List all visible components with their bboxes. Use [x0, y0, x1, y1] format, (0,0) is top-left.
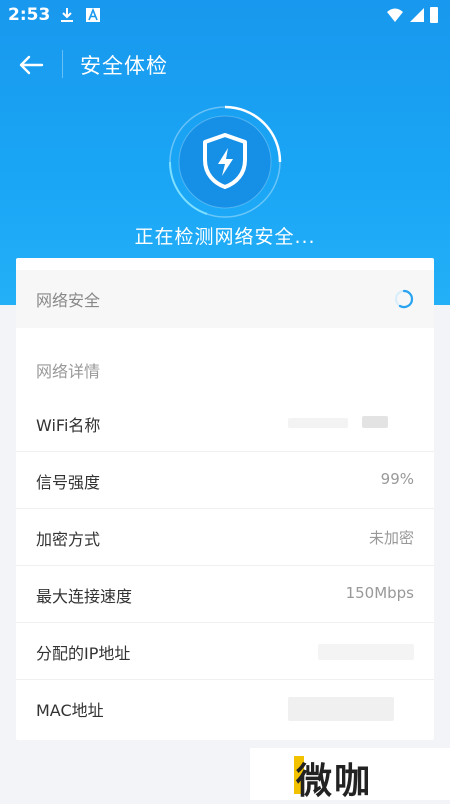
results-card: 网络安全 网络详情 WiFi名称 信号强度 99% 加密方式 未加密 最大连接速… [16, 258, 434, 740]
detail-row-signal-strength: 信号强度 99% [16, 451, 434, 509]
shield-lightning-icon [203, 133, 247, 189]
security-scan-indicator [167, 104, 283, 220]
detail-row-ip-address: 分配的IP地址 [16, 622, 434, 680]
detail-row-encryption: 加密方式 未加密 [16, 508, 434, 566]
status-bar: 2:53 [0, 0, 450, 32]
detail-row-max-speed: 最大连接速度 150Mbps [16, 565, 434, 623]
detail-label: 分配的IP地址 [36, 644, 131, 663]
cell-signal-icon [410, 8, 424, 22]
detail-row-wifi-name: WiFi名称 [16, 394, 434, 452]
redacted-value [362, 416, 388, 428]
detail-label: 最大连接速度 [36, 587, 133, 606]
toolbar: 安全体检 [0, 40, 450, 88]
watermark-logo: 微咖 [296, 761, 373, 802]
detail-label: 信号强度 [36, 473, 101, 492]
network-details-title: 网络详情 [36, 362, 101, 381]
detail-value: 150Mbps [345, 584, 414, 602]
detail-label: 加密方式 [36, 530, 101, 549]
detail-row-mac-address: MAC地址 [16, 679, 434, 736]
network-security-row: 网络安全 [16, 270, 434, 328]
toolbar-divider [62, 50, 63, 78]
redacted-value [288, 697, 394, 721]
back-arrow-icon [19, 55, 44, 75]
detail-value: 未加密 [368, 529, 414, 547]
app-notification-icon [86, 7, 100, 22]
detail-value: 99% [380, 470, 414, 488]
download-icon [61, 8, 73, 22]
status-time: 2:53 [8, 5, 51, 25]
redacted-value [288, 418, 348, 428]
scan-status-text: 正在检测网络安全... [134, 226, 316, 248]
page-title: 安全体检 [80, 54, 168, 78]
network-security-label: 网络安全 [36, 291, 101, 310]
loading-spinner-icon [394, 289, 414, 309]
back-button[interactable] [14, 48, 48, 82]
battery-icon [430, 7, 438, 23]
wifi-signal-icon [387, 8, 403, 22]
detail-label: MAC地址 [36, 701, 104, 720]
detail-label: WiFi名称 [36, 416, 101, 435]
redacted-value [318, 644, 414, 660]
